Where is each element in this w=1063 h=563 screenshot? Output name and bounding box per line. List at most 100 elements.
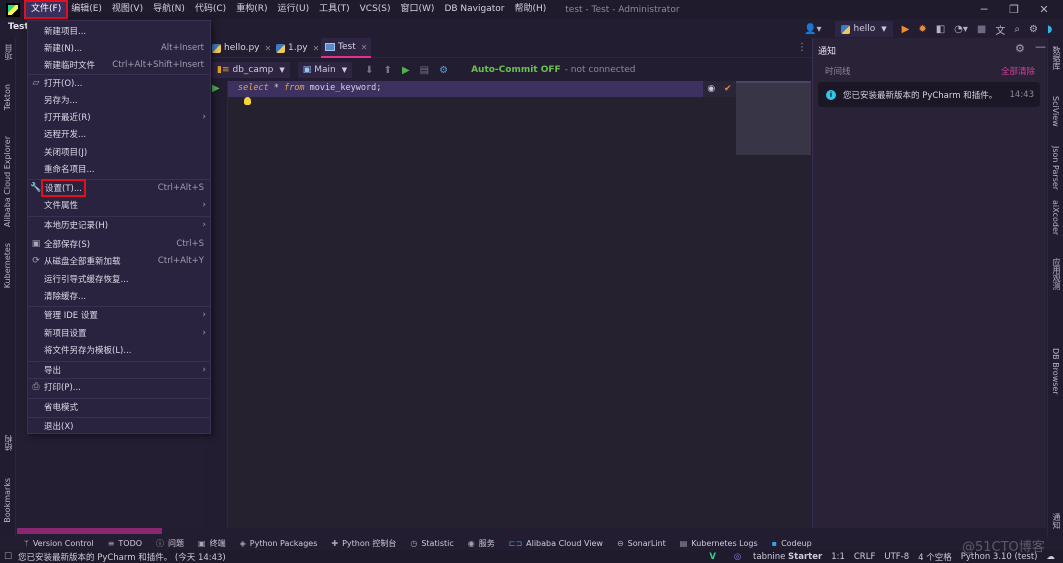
event-log-icon[interactable]: ☐ <box>4 552 12 562</box>
stripe-structure[interactable]: 结构 <box>3 435 14 451</box>
notification-item[interactable]: i 您已安装最新版本的 PyCharm 和插件。 14:43 <box>818 82 1040 107</box>
tab-hello-py[interactable]: hello.py ✕ <box>208 38 275 58</box>
caret-position[interactable]: 1:1 <box>831 552 845 562</box>
file-menu-item[interactable]: 省电模式 <box>28 398 210 415</box>
menu-run[interactable]: 运行(U) <box>272 2 314 17</box>
memory-indicator-icon[interactable]: ☁ <box>1047 552 1056 562</box>
close-icon[interactable]: ✕ <box>265 44 272 53</box>
file-encoding[interactable]: UTF-8 <box>884 552 909 562</box>
file-menu-item[interactable]: 新建(N)... Alt+Insert <box>28 39 210 56</box>
tool-tab[interactable]: ▣ 终端 <box>198 538 226 549</box>
stripe-app-observe[interactable]: 应用观测 <box>1051 258 1062 290</box>
coverage-icon[interactable]: ◧ <box>936 24 945 35</box>
run-config-selector[interactable]: hello ▼ <box>835 21 893 37</box>
file-menu-item[interactable]: 文件属性 › <box>28 196 210 213</box>
translate-icon[interactable]: 文 <box>995 22 1005 37</box>
menu-vcs[interactable]: VCS(S) <box>355 2 396 17</box>
restore-button[interactable]: ❐ <box>999 0 1029 19</box>
file-menu-item[interactable]: 关闭项目(J) <box>28 143 210 160</box>
stripe-aixcoder[interactable]: aiXcoder <box>1051 200 1060 235</box>
file-menu-item[interactable]: 远程开发... <box>28 125 210 142</box>
run-statement-icon[interactable]: ▶ <box>212 83 220 94</box>
tool-tab[interactable]: ⊖ SonarLint <box>617 539 666 548</box>
auto-commit-toggle[interactable]: Auto-Commit OFF <box>471 65 561 75</box>
menu-db-navigator[interactable]: DB Navigator <box>439 2 509 17</box>
file-menu-item[interactable]: 新项目设置 › <box>28 324 210 341</box>
stripe-notifications[interactable]: 通知 <box>1051 513 1062 529</box>
menu-tools[interactable]: 工具(T) <box>314 2 355 17</box>
tool-tab[interactable]: ◷ Statistic <box>410 539 453 548</box>
line-separator[interactable]: CRLF <box>854 552 875 562</box>
indent-setting[interactable]: 4 个空格 <box>918 551 952 563</box>
menu-help[interactable]: 帮助(H) <box>509 2 551 17</box>
profile-icon[interactable]: ◔▾ <box>954 24 968 35</box>
file-menu-item[interactable]: 将文件另存为模板(L)... <box>28 341 210 358</box>
file-menu-item[interactable]: 新建临时文件 Ctrl+Alt+Shift+Insert <box>28 56 210 73</box>
file-menu-item[interactable]: 另存为... <box>28 91 210 108</box>
user-icon[interactable]: 👤▾ <box>804 24 821 35</box>
file-menu-item[interactable]: 清除缓存... <box>28 287 210 304</box>
minimize-button[interactable]: ─ <box>969 0 999 19</box>
tool-tab[interactable]: ▪ Codeup <box>772 539 812 548</box>
file-menu-item[interactable]: 导出 › <box>28 361 210 378</box>
file-menu-item[interactable]: ▣ 全部保存(S) Ctrl+S <box>28 235 210 252</box>
menu-code[interactable]: 代码(C) <box>190 2 231 17</box>
execute-icon[interactable]: ▶ <box>402 65 410 76</box>
menu-refactor[interactable]: 重构(R) <box>231 2 272 17</box>
file-menu-item[interactable]: 新建项目... <box>28 22 210 39</box>
file-menu-item[interactable]: 打开最近(R) › <box>28 108 210 125</box>
file-menu-item[interactable]: 运行引导式缓存恢复... <box>28 270 210 287</box>
schema-selector[interactable]: ▣ Main ▼ <box>297 62 353 78</box>
close-button[interactable]: ✕ <box>1029 0 1059 19</box>
stripe-bookmarks[interactable]: Bookmarks <box>3 478 12 523</box>
file-menu-item[interactable]: 🔧 设置(T)... Ctrl+Alt+S <box>28 178 210 197</box>
stripe-project[interactable]: 项目 <box>3 44 14 60</box>
tool-tab[interactable]: ᛘ Version Control <box>24 539 94 548</box>
vim-icon[interactable]: V <box>709 552 716 562</box>
code-editor[interactable] <box>208 81 811 528</box>
minimap[interactable] <box>736 81 811 155</box>
execute-file-icon[interactable]: ▤ <box>420 65 429 76</box>
tool-tab[interactable]: ◈ Python Packages <box>240 539 318 548</box>
file-menu-item[interactable]: 管理 IDE 设置 › <box>28 306 210 323</box>
status-message[interactable]: 您已安装最新版本的 PyCharm 和插件。 (今天 14:43) <box>18 551 226 563</box>
project-name[interactable]: Test <box>8 22 29 32</box>
menu-edit[interactable]: 编辑(E) <box>66 2 107 17</box>
tab-1-py[interactable]: 1.py ✕ <box>272 38 323 58</box>
file-menu-item[interactable]: ▱ 打开(O)... <box>28 74 210 91</box>
menu-navigate[interactable]: 导航(N) <box>148 2 190 17</box>
rollback-icon[interactable]: ⬆ <box>384 65 392 76</box>
file-menu-item[interactable]: 退出(X) <box>28 417 210 434</box>
close-icon[interactable]: ✕ <box>361 43 368 52</box>
tabnine-widget[interactable]: ◎ tabnine Starter <box>725 552 822 562</box>
tool-tab[interactable]: ⊏⊐ Alibaba Cloud View <box>509 539 603 548</box>
file-menu-item[interactable]: 本地历史记录(H) › <box>28 216 210 233</box>
menu-view[interactable]: 视图(V) <box>107 2 148 17</box>
tool-tab[interactable]: ✚ Python 控制台 <box>331 538 396 549</box>
tool-tab[interactable]: ▤ Kubernetes Logs <box>680 539 758 548</box>
gear-icon[interactable]: ⚙ <box>1015 42 1025 55</box>
more-options-icon[interactable]: ⋮ <box>797 42 807 53</box>
connection-selector[interactable]: ▮≡ db_camp ▼ <box>212 62 290 78</box>
close-icon[interactable]: ✕ <box>313 44 320 53</box>
stripe-db-browser[interactable]: DB Browser <box>1051 348 1060 395</box>
stripe-kubernetes[interactable]: Kubernetes <box>3 243 12 288</box>
tool-tab[interactable]: ⓘ 问题 <box>156 538 184 549</box>
debug-icon[interactable]: ✹ <box>918 24 926 35</box>
settings-icon[interactable]: ⚙ <box>439 65 448 76</box>
stripe-json-parser[interactable]: Json Parser <box>1051 146 1060 190</box>
menu-file[interactable]: 文件(F) <box>23 0 69 19</box>
clear-all-link[interactable]: 全部清除 <box>1001 65 1035 77</box>
search-icon[interactable]: ⌕ <box>1014 24 1020 35</box>
tool-tab[interactable]: ≡ TODO <box>108 539 142 548</box>
file-menu-item[interactable]: 重命名项目... <box>28 160 210 177</box>
stripe-tekton[interactable]: Tekton <box>3 84 12 110</box>
stripe-alibaba-cloud-explorer[interactable]: Alibaba Cloud Explorer <box>3 136 12 227</box>
stripe-database[interactable]: 数据库 <box>1051 46 1062 70</box>
lightbulb-icon[interactable] <box>244 97 251 105</box>
plugin-logo-icon[interactable]: ◗ <box>1047 24 1052 35</box>
minimize-icon[interactable]: — <box>1035 40 1046 53</box>
checkmark-icon[interactable]: ✔ <box>724 84 732 94</box>
gear-icon[interactable]: ⚙ <box>1029 24 1038 35</box>
stripe-sciview[interactable]: SciView <box>1051 96 1060 127</box>
